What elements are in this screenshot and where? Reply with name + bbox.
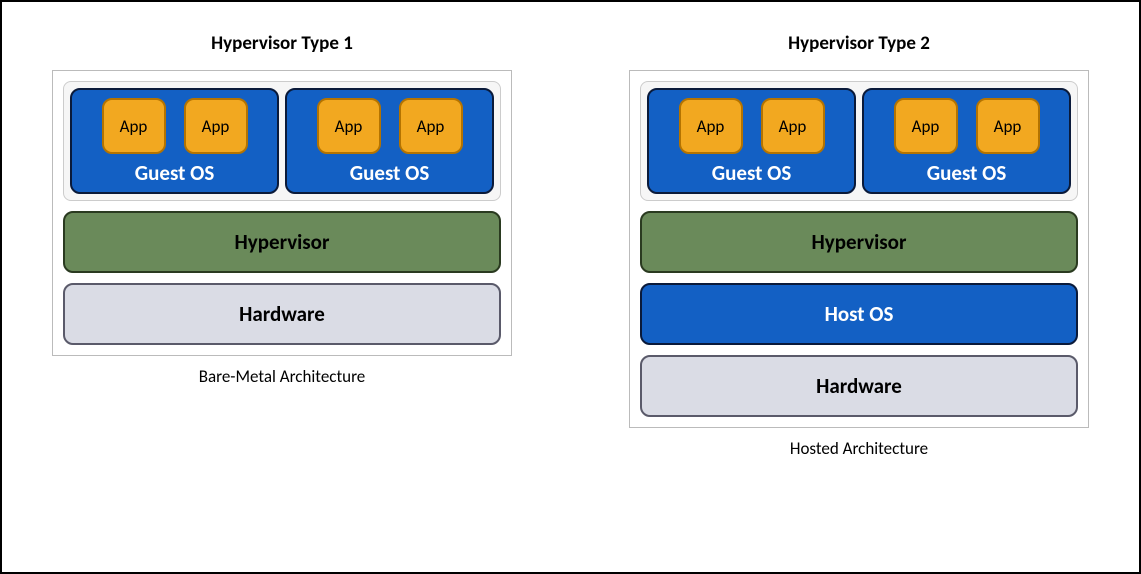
guest-os-label: Guest OS (712, 160, 792, 186)
type2-frame: App App Guest OS App App Guest OS Hyperv… (629, 70, 1089, 428)
guest-os-label: Guest OS (927, 160, 1007, 186)
type1-guest-os-1: App App Guest OS (70, 88, 279, 194)
type1-hypervisor-layer: Hypervisor (63, 211, 501, 273)
type2-guest-row: App App Guest OS App App Guest OS (640, 81, 1078, 201)
type2-hypervisor-layer: Hypervisor (640, 211, 1078, 273)
type2-guest2-apps: App App (874, 98, 1059, 154)
type1-guest2-apps: App App (297, 98, 482, 154)
type1-frame: App App Guest OS App App Guest OS Hyperv… (52, 70, 512, 356)
type2-guest1-apps: App App (659, 98, 844, 154)
type1-guest1-apps: App App (82, 98, 267, 154)
app-box: App (317, 98, 381, 154)
type1-hardware-layer: Hardware (63, 283, 501, 345)
type2-hostos-layer: Host OS (640, 283, 1078, 345)
type2-guest-os-2: App App Guest OS (862, 88, 1071, 194)
guest-os-label: Guest OS (350, 160, 430, 186)
app-box: App (761, 98, 825, 154)
type1-caption: Bare-Metal Architecture (199, 366, 366, 387)
app-box: App (976, 98, 1040, 154)
type2-hardware-layer: Hardware (640, 355, 1078, 417)
app-box: App (184, 98, 248, 154)
diagram-canvas: Hypervisor Type 1 App App Guest OS App A… (0, 0, 1141, 574)
app-box: App (102, 98, 166, 154)
app-box: App (679, 98, 743, 154)
type1-guest-os-2: App App Guest OS (285, 88, 494, 194)
guest-os-label: Guest OS (135, 160, 215, 186)
app-box: App (399, 98, 463, 154)
type2-column: Hypervisor Type 2 App App Guest OS App A… (629, 32, 1089, 552)
type1-column: Hypervisor Type 1 App App Guest OS App A… (52, 32, 512, 552)
type2-caption: Hosted Architecture (790, 438, 928, 459)
type1-guest-row: App App Guest OS App App Guest OS (63, 81, 501, 201)
type2-title: Hypervisor Type 2 (788, 32, 930, 55)
type1-title: Hypervisor Type 1 (211, 32, 353, 55)
type2-guest-os-1: App App Guest OS (647, 88, 856, 194)
app-box: App (894, 98, 958, 154)
